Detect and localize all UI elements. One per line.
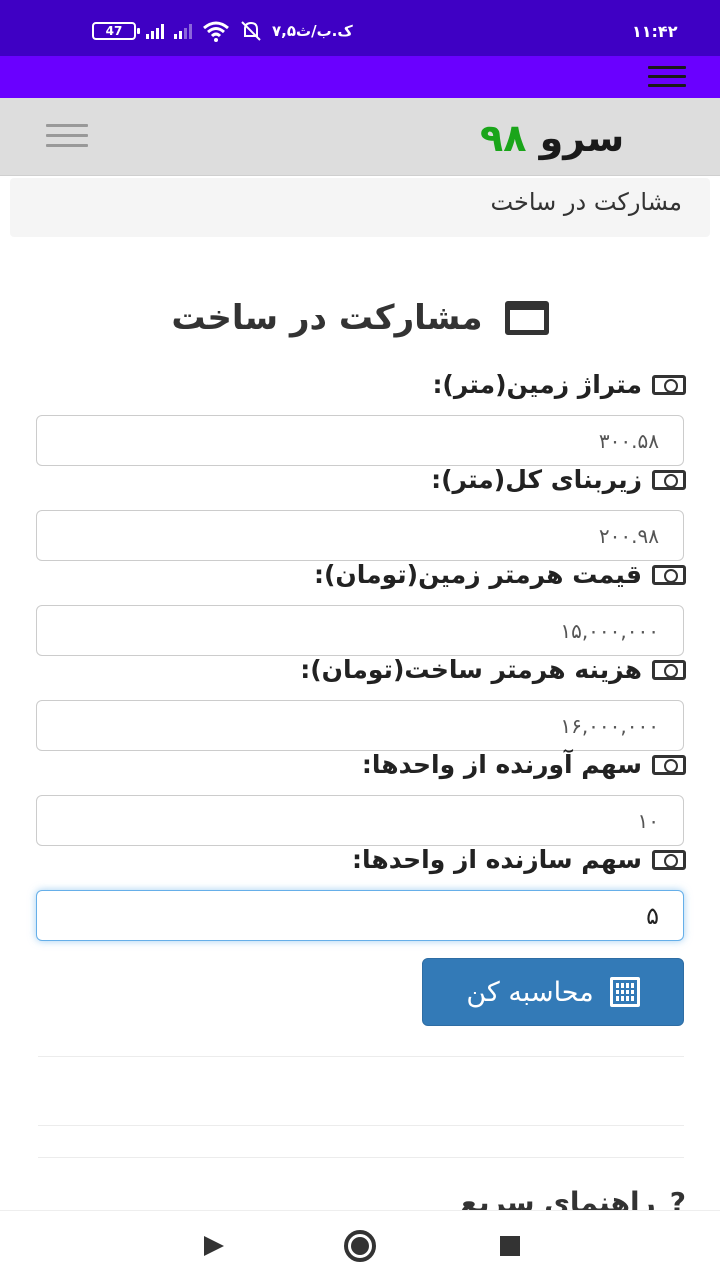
total-built-area-input[interactable] [36,510,684,561]
owner-share-label: سهم آورنده از واحدها: [36,750,686,779]
battery-icon: 47 [92,22,140,40]
page-title: مشارکت در ساخت [160,292,560,344]
owner-share-input[interactable] [36,795,684,846]
recents-icon[interactable] [500,1236,520,1256]
divider [38,1056,684,1057]
signal-2-icon [174,23,192,39]
status-time: ۱۱:۴۲ [632,22,678,41]
money-icon [652,374,686,395]
builder-share-input[interactable] [36,890,684,941]
breadcrumb: مشارکت در ساخت [10,178,710,237]
land-area-label-text: متراژ زمین(متر): [432,370,642,399]
site-menu-toggle-icon[interactable] [46,124,88,148]
land-price-label: قیمت هرمتر زمین(تومان): [36,560,686,589]
site-logo[interactable]: سرو ۹۸ [480,116,624,160]
logo-text: سرو [539,116,625,160]
wifi-icon [203,21,229,42]
money-icon [652,469,686,490]
total-built-area-label-text: زیربنای کل(متر): [431,465,642,494]
construction-cost-input[interactable] [36,700,684,751]
land-price-label-text: قیمت هرمتر زمین(تومان): [313,560,642,589]
window-icon [504,301,549,335]
battery-level: 47 [105,24,123,38]
home-icon[interactable] [344,1230,376,1262]
money-icon [652,659,686,680]
system-nav-bar [0,1210,720,1280]
signal-icon [146,23,164,39]
logo-number: ۹۸ [480,116,527,160]
calculate-button-label: محاسبه کن [466,976,594,1008]
owner-share-label-text: سهم آورنده از واحدها: [361,750,642,779]
money-icon [652,754,686,775]
status-icons: 47 ۷,۵ک.ب/ث [92,20,353,42]
total-built-area-label: زیربنای کل(متر): [36,465,686,494]
hamburger-menu-icon[interactable] [648,66,686,88]
network-speed: ۷,۵ک.ب/ث [272,22,353,40]
calculator-icon [609,977,640,1007]
site-header: سرو ۹۸ [0,98,720,176]
money-icon [652,849,686,870]
bell-off-icon [241,21,261,41]
construction-cost-label: هزینه هرمتر ساخت(تومان): [36,655,686,684]
land-price-input[interactable] [36,605,684,656]
calculate-button[interactable]: محاسبه کن [422,958,684,1026]
status-bar: 47 ۷,۵ک.ب/ث ۱۱:۴۲ [0,0,720,56]
app-bar [0,56,720,98]
land-area-input[interactable] [36,415,684,466]
divider [38,1157,684,1158]
land-area-label: متراژ زمین(متر): [36,370,686,399]
page-title-text: مشارکت در ساخت [171,298,483,338]
money-icon [652,564,686,585]
back-icon[interactable] [204,1236,224,1256]
divider [38,1125,684,1126]
builder-share-label: سهم سازنده از واحدها: [36,845,686,874]
construction-cost-label-text: هزینه هرمتر ساخت(تومان): [300,655,642,684]
builder-share-label-text: سهم سازنده از واحدها: [351,845,642,874]
